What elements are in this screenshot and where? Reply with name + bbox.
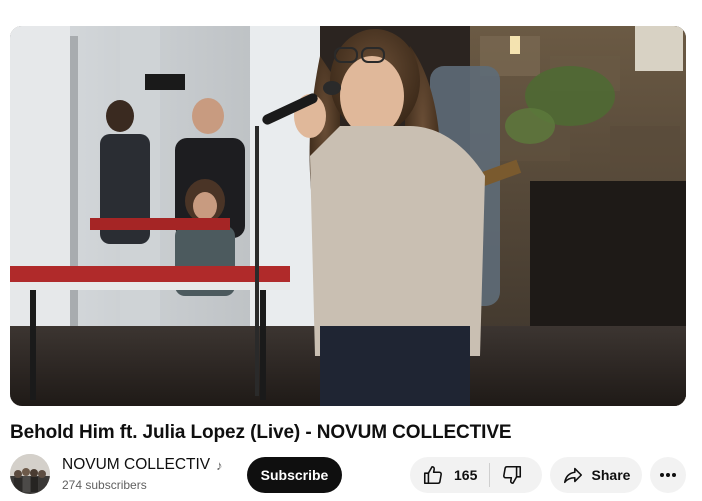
music-note-icon: ♪ bbox=[216, 457, 223, 473]
subscriber-count: 274 subscribers bbox=[62, 478, 147, 492]
channel-name[interactable]: NOVUM COLLECTIV ♪ bbox=[62, 456, 223, 474]
avatar-image bbox=[10, 454, 50, 494]
video-frame bbox=[10, 26, 686, 406]
more-horizontal-icon bbox=[658, 465, 678, 485]
like-button[interactable]: 165 bbox=[410, 457, 489, 493]
channel-name-text[interactable]: NOVUM COLLECTIV bbox=[62, 456, 210, 474]
subscribe-button[interactable]: Subscribe bbox=[247, 457, 342, 493]
share-button[interactable]: Share bbox=[550, 457, 642, 493]
dislike-button[interactable] bbox=[490, 457, 534, 493]
share-label: Share bbox=[591, 467, 631, 483]
thumbs-up-icon bbox=[422, 464, 444, 486]
video-title: Behold Him ft. Julia Lopez (Live) - NOVU… bbox=[10, 422, 512, 443]
share-arrow-icon bbox=[562, 464, 584, 486]
like-dislike-group: 165 bbox=[410, 457, 542, 493]
thumbs-down-icon bbox=[501, 464, 523, 486]
video-watch-page: Behold Him ft. Julia Lopez (Live) - NOVU… bbox=[0, 0, 702, 501]
like-count: 165 bbox=[454, 467, 478, 483]
channel-avatar[interactable] bbox=[10, 454, 50, 494]
video-player[interactable] bbox=[10, 26, 686, 406]
more-actions-button[interactable] bbox=[650, 457, 686, 493]
